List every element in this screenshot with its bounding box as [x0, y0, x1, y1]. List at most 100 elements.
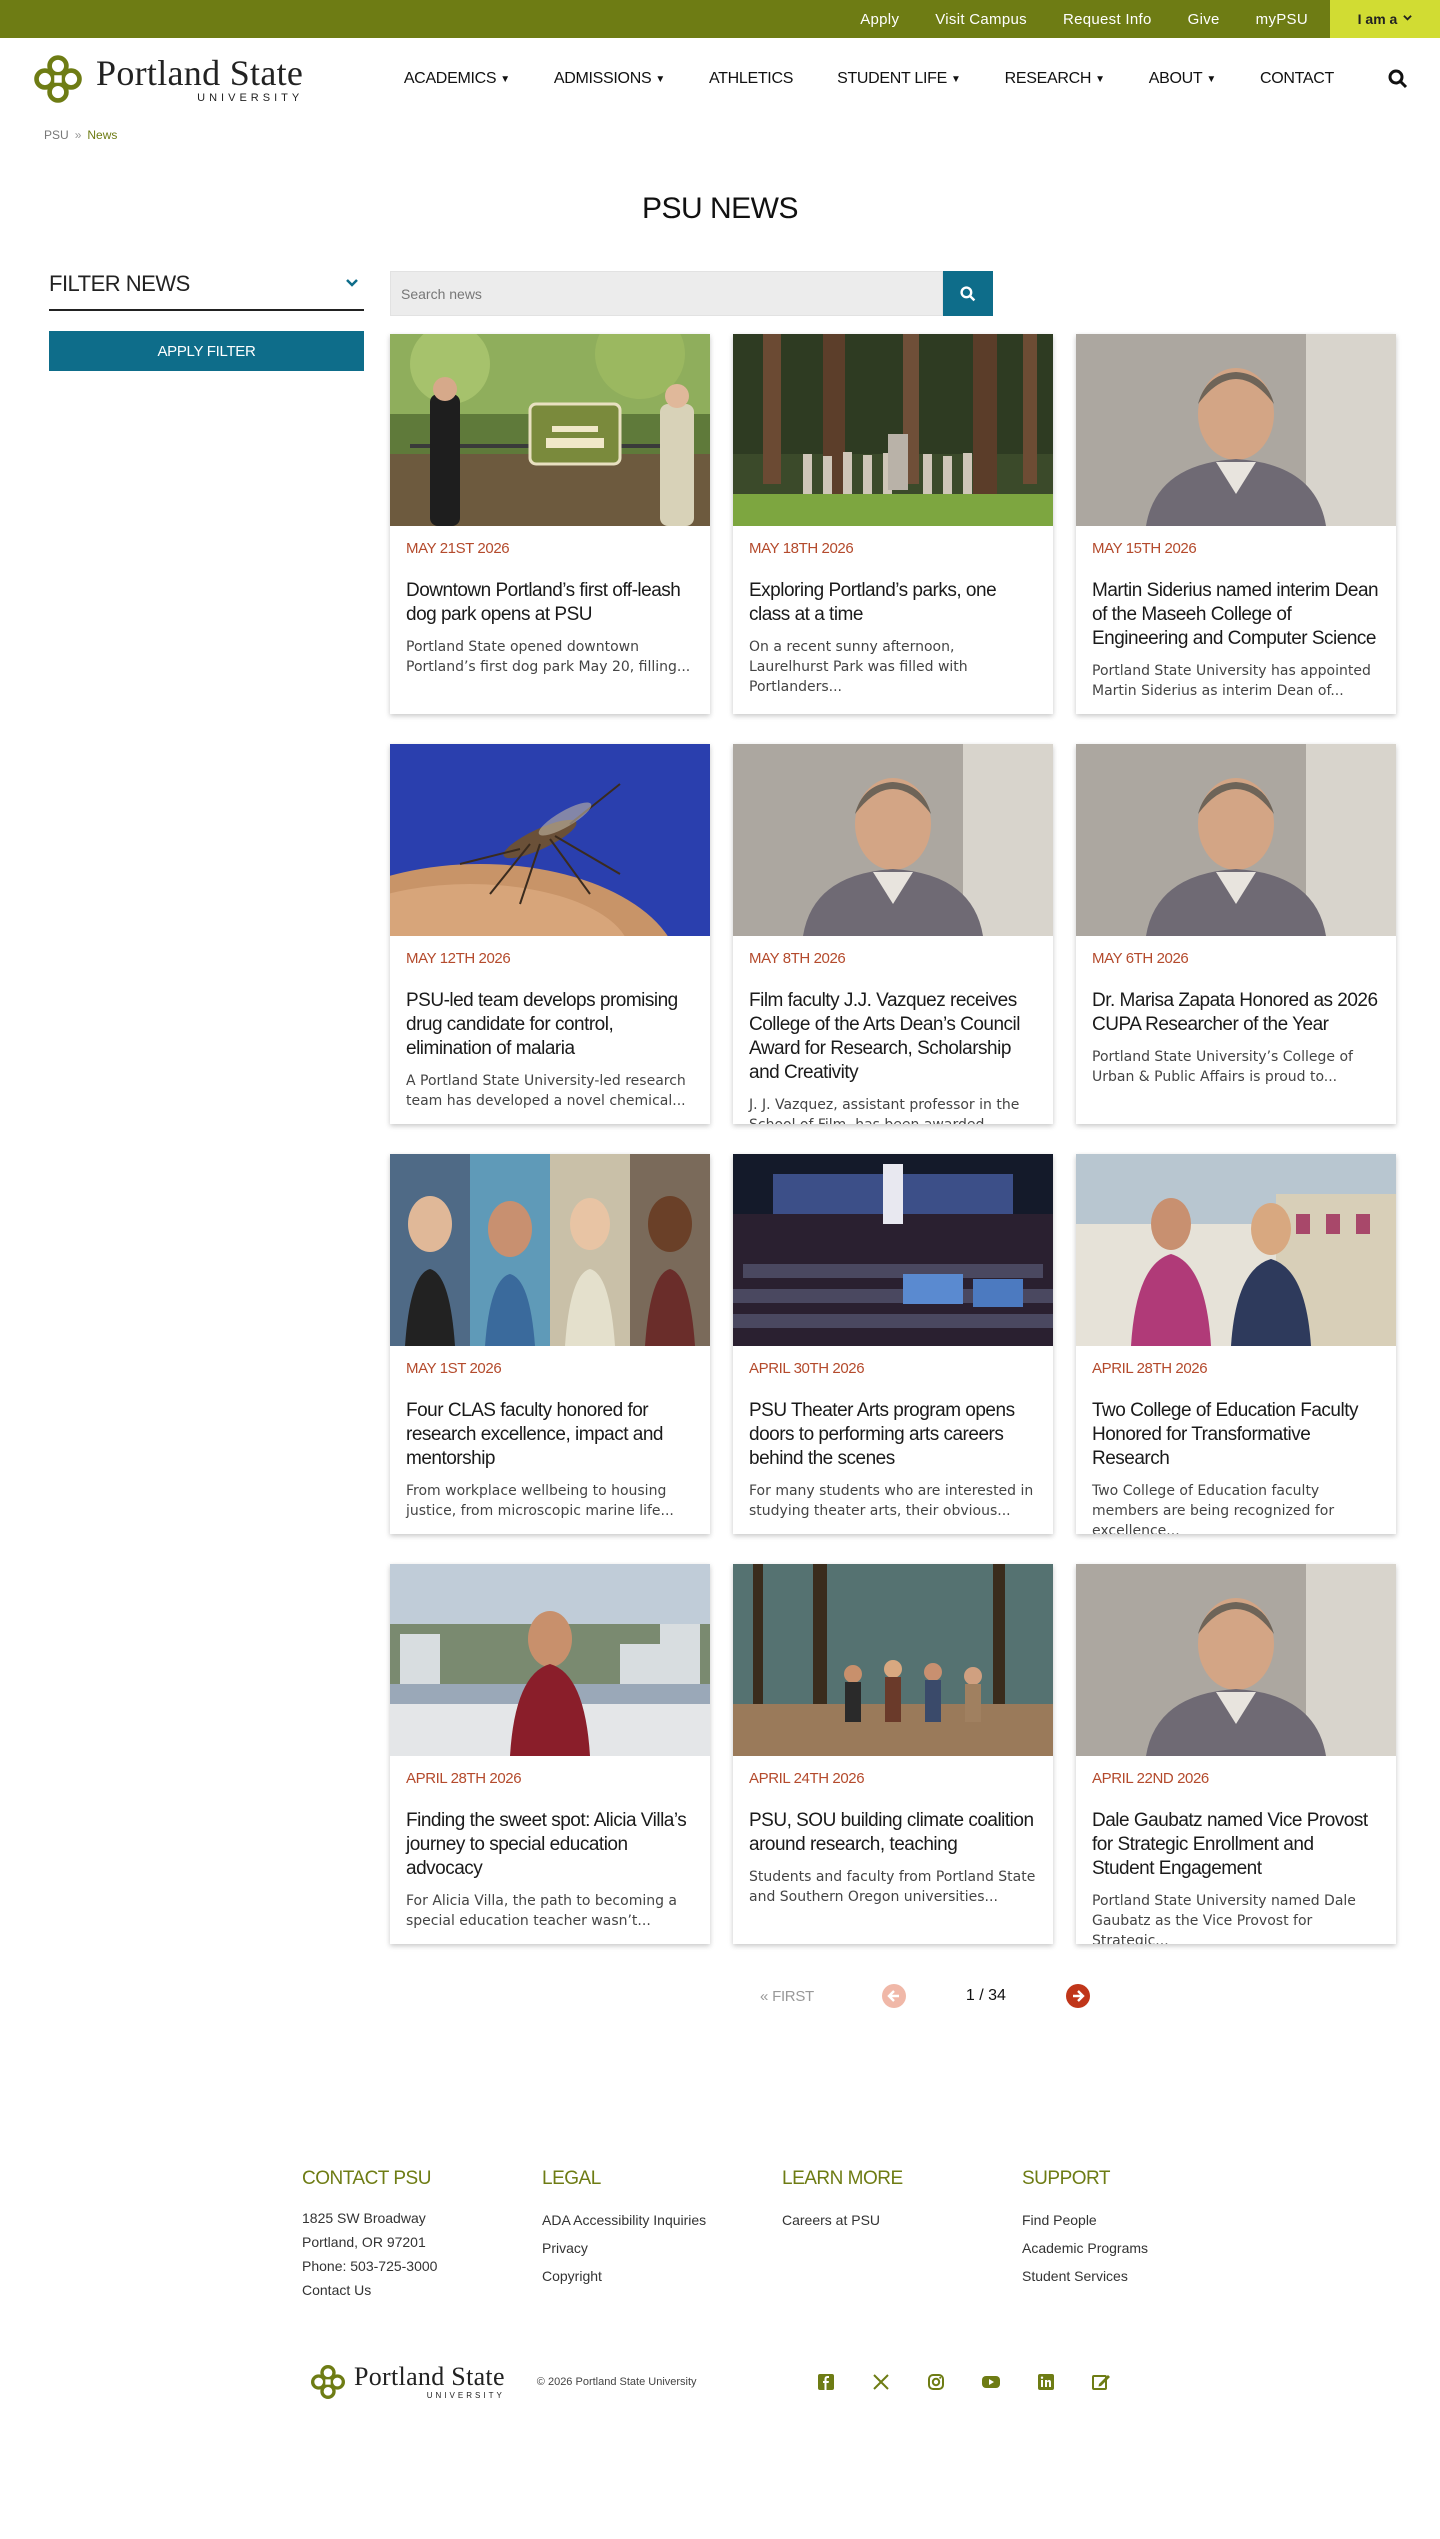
- footer-link[interactable]: Copyright: [542, 2262, 782, 2290]
- news-card-body: APRIL 28TH 2026 Finding the sweet spot: …: [390, 1756, 710, 1931]
- news-card-image: [1076, 334, 1396, 526]
- header-search-button[interactable]: [1386, 67, 1410, 91]
- chevron-down-icon: ▼: [1095, 73, 1105, 85]
- news-card[interactable]: MAY 12TH 2026 PSU-led team develops prom…: [390, 744, 710, 1124]
- news-card-title[interactable]: Dr. Marisa Zapata Honored as 2026 CUPA R…: [1092, 989, 1380, 1037]
- news-card-title[interactable]: PSU-led team develops promising drug can…: [406, 989, 694, 1061]
- footer-text-line: Portland, OR 97201: [302, 2234, 426, 2250]
- util-link-give[interactable]: Give: [1188, 11, 1220, 28]
- util-link-mypsu[interactable]: myPSU: [1256, 11, 1308, 28]
- news-card-body: MAY 1ST 2026 Four CLAS faculty honored f…: [390, 1346, 710, 1521]
- news-card[interactable]: MAY 1ST 2026 Four CLAS faculty honored f…: [390, 1154, 710, 1534]
- i-am-a-dropdown[interactable]: I am a: [1330, 0, 1440, 38]
- pagination-next-button[interactable]: [1065, 1984, 1090, 2008]
- footer-columns: CONTACT PSU 1825 SW Broadway Portland, OR …: [0, 2168, 1440, 2302]
- news-card-title[interactable]: Four CLAS faculty honored for research e…: [406, 1399, 694, 1471]
- util-link-apply[interactable]: Apply: [860, 11, 899, 28]
- filter-toggle[interactable]: FILTER NEWS: [49, 271, 364, 311]
- news-card[interactable]: APRIL 28TH 2026 Finding the sweet spot: …: [390, 1564, 710, 1944]
- nav-admissions[interactable]: Admissions ▼: [554, 70, 665, 88]
- news-card-title[interactable]: Exploring Portland’s parks, one class at…: [749, 579, 1037, 627]
- news-card[interactable]: APRIL 22ND 2026 Dale Gaubatz named Vice …: [1076, 1564, 1396, 1944]
- breadcrumb-news[interactable]: News: [87, 128, 117, 142]
- nav-academics[interactable]: Academics ▼: [404, 70, 510, 88]
- news-card-excerpt: For many students who are interested in …: [749, 1483, 1034, 1519]
- search-submit-button[interactable]: [943, 271, 993, 316]
- news-card-title[interactable]: PSU, SOU building climate coalition arou…: [749, 1809, 1037, 1857]
- news-card-image: [390, 1564, 710, 1756]
- news-card-title[interactable]: Dale Gaubatz named Vice Provost for Stra…: [1092, 1809, 1380, 1881]
- pagination-prev-button[interactable]: [881, 1984, 906, 2008]
- news-card-title[interactable]: Downtown Portland’s first off-leash dog …: [406, 579, 694, 627]
- news-card[interactable]: MAY 18TH 2026 Exploring Portland’s parks…: [733, 334, 1053, 714]
- apply-filter-button[interactable]: APPLY FILTER: [49, 331, 364, 371]
- pagination-first-label: FIRST: [772, 1987, 814, 2005]
- news-card[interactable]: MAY 15TH 2026 Martin Siderius named inte…: [1076, 334, 1396, 714]
- nav-research[interactable]: Research ▼: [1005, 70, 1105, 88]
- pagination: «FIRST 1 / 34: [390, 1984, 1400, 2008]
- news-card-excerpt: J. J. Vazquez, assistant professor in th…: [749, 1097, 1020, 1124]
- news-card-image: [733, 1564, 1053, 1756]
- facebook-icon[interactable]: [815, 2371, 837, 2393]
- news-card-title[interactable]: Martin Siderius named interim Dean of th…: [1092, 579, 1380, 651]
- linkedin-icon[interactable]: [1035, 2371, 1057, 2393]
- news-card[interactable]: APRIL 30TH 2026 PSU Theater Arts program…: [733, 1154, 1053, 1534]
- footer-link[interactable]: Academic Programs: [1022, 2234, 1262, 2262]
- site-header: Portland State UNIVERSITY Academics ▼ Adm…: [0, 38, 1440, 120]
- nav-contact[interactable]: Contact: [1260, 70, 1334, 88]
- i-am-a-label: I am a: [1357, 11, 1398, 27]
- x-icon[interactable]: [870, 2371, 892, 2393]
- psu-logo[interactable]: Portland State UNIVERSITY: [30, 51, 303, 107]
- news-card-body: APRIL 22ND 2026 Dale Gaubatz named Vice …: [1076, 1756, 1396, 1944]
- footer-column-title: CONTACT PSU: [302, 2168, 431, 2189]
- news-card-body: APRIL 24TH 2026 PSU, SOU building climat…: [733, 1756, 1053, 1907]
- footer-link[interactable]: Contact Us: [302, 2282, 371, 2298]
- youtube-icon[interactable]: [980, 2371, 1002, 2393]
- footer-link[interactable]: ADA Accessibility Inquiries: [542, 2206, 782, 2234]
- filter-sidebar: FILTER NEWS APPLY FILTER: [49, 271, 364, 2008]
- news-card-excerpt: Portland State opened downtown Portland’…: [406, 639, 691, 675]
- news-card-body: APRIL 28TH 2026 Two College of Education…: [1076, 1346, 1396, 1534]
- breadcrumb-psu[interactable]: PSU: [44, 128, 69, 142]
- instagram-icon[interactable]: [925, 2371, 947, 2393]
- footer-link[interactable]: Careers at PSU: [782, 2206, 1022, 2234]
- news-card-date: MAY 8TH 2026: [749, 950, 846, 967]
- nav-athletics[interactable]: Athletics: [709, 70, 793, 88]
- edit-icon[interactable]: [1090, 2371, 1112, 2393]
- news-card-excerpt: From workplace wellbeing to housing just…: [406, 1483, 674, 1519]
- news-card[interactable]: MAY 8TH 2026 Film faculty J.J. Vazquez r…: [733, 744, 1053, 1124]
- news-card[interactable]: APRIL 24TH 2026 PSU, SOU building climat…: [733, 1564, 1053, 1944]
- nav-about[interactable]: About ▼: [1149, 70, 1217, 88]
- news-card[interactable]: MAY 6TH 2026 Dr. Marisa Zapata Honored a…: [1076, 744, 1396, 1124]
- news-card-title[interactable]: PSU Theater Arts program opens doors to …: [749, 1399, 1037, 1471]
- news-card-image: [733, 744, 1053, 936]
- news-card[interactable]: APRIL 28TH 2026 Two College of Education…: [1076, 1154, 1396, 1534]
- news-card[interactable]: MAY 21ST 2026 Downtown Portland’s first …: [390, 334, 710, 714]
- news-card-date: MAY 15TH 2026: [1092, 540, 1197, 557]
- news-card-date: MAY 12TH 2026: [406, 950, 511, 967]
- news-card-body: MAY 12TH 2026 PSU-led team develops prom…: [390, 936, 710, 1111]
- nav-label: Research: [1004, 70, 1092, 87]
- nav-student-life[interactable]: Student Life ▼: [837, 70, 961, 88]
- search-news-input[interactable]: [390, 271, 943, 316]
- breadcrumb: PSU » News: [0, 120, 1440, 150]
- util-link-visit-campus[interactable]: Visit Campus: [935, 11, 1027, 28]
- util-link-request-info[interactable]: Request Info: [1063, 11, 1152, 28]
- double-chevron-left-icon: «: [760, 1987, 769, 2005]
- footer-bottom: Portland State UNIVERSITY © 2026 Portlan…: [0, 2362, 1440, 2477]
- footer-column-title: SUPPORT: [1022, 2168, 1111, 2189]
- footer-text-line: 1825 SW Broadway: [302, 2210, 426, 2226]
- footer-link[interactable]: Student Services: [1022, 2262, 1262, 2290]
- footer-link[interactable]: Privacy: [542, 2234, 782, 2262]
- news-card-date: MAY 1ST 2026: [406, 1360, 502, 1377]
- pagination-first[interactable]: «FIRST: [760, 1988, 814, 2005]
- news-card-title[interactable]: Film faculty J.J. Vazquez receives Colle…: [749, 989, 1037, 1085]
- footer-link[interactable]: Find People: [1022, 2206, 1262, 2234]
- news-card-title[interactable]: Finding the sweet spot: Alicia Villa’s j…: [406, 1809, 694, 1881]
- news-card-image: [1076, 744, 1396, 936]
- news-card-title[interactable]: Two College of Education Faculty Honored…: [1092, 1399, 1380, 1471]
- arrow-left-icon: [887, 1990, 899, 2002]
- search-icon: [1388, 69, 1408, 89]
- footer-psu-logo[interactable]: Portland State UNIVERSITY: [308, 2362, 505, 2402]
- footer-column-title: LEARN MORE: [782, 2168, 903, 2189]
